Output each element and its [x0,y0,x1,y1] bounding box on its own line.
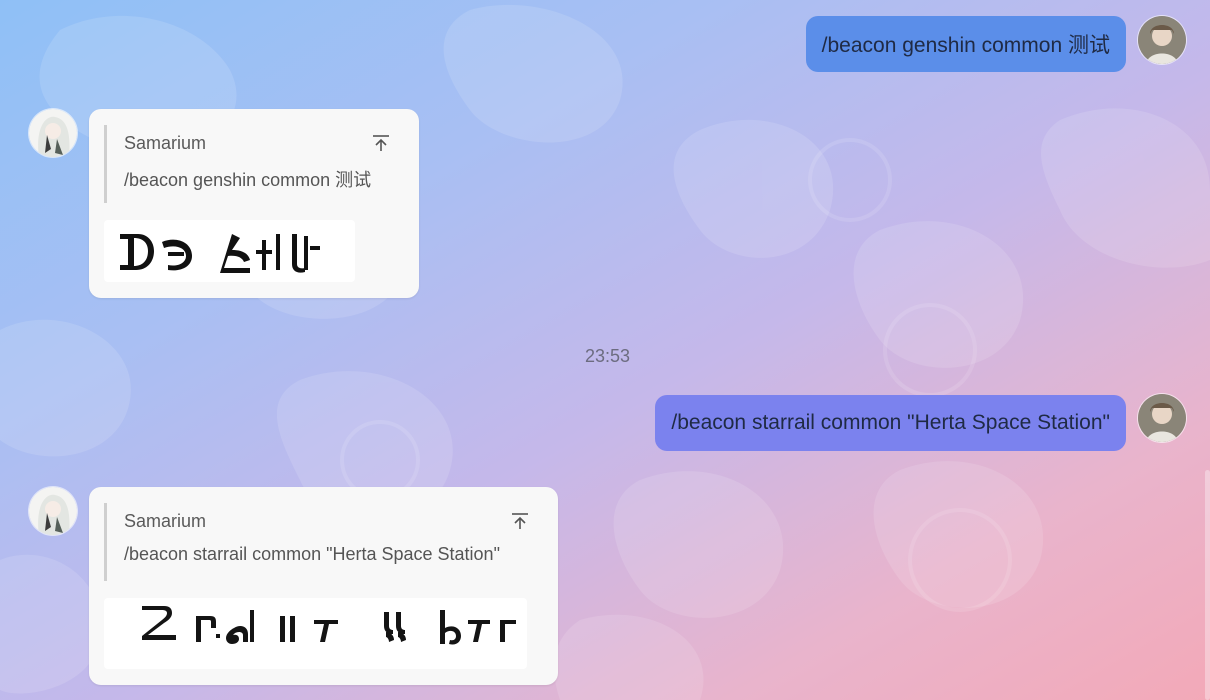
reply-quoted-text: /beacon genshin common 测试 [124,170,372,190]
genshin-script-glyphs [120,234,320,273]
reply-quote[interactable]: Samarium /beacon starrail common "Herta … [104,503,543,581]
message-text: /beacon genshin common 测试 [821,34,1110,57]
user-avatar[interactable] [1138,16,1186,64]
scrollbar[interactable] [1205,470,1210,700]
bot-message-card[interactable]: Samarium /beacon starrail common "Herta … [89,487,558,685]
time-separator: 23:53 [584,346,631,366]
message-text: /beacon starrail common "Herta Space Sta… [671,411,1110,434]
starrail-script-glyphs [142,606,516,645]
bot-avatar[interactable] [29,109,77,157]
reply-quoted-text: /beacon starrail common "Herta Space Sta… [124,544,500,564]
reply-author: Samarium [124,133,207,153]
script-image[interactable] [104,598,527,669]
reply-quote[interactable]: Samarium /beacon genshin common 测试 [104,125,404,203]
script-image[interactable] [104,220,355,282]
reply-author: Samarium [124,511,207,531]
bot-message-card[interactable]: Samarium /beacon genshin common 测试 [89,109,419,298]
arrow-up-to-top-icon[interactable] [510,511,530,531]
outgoing-message-bubble[interactable]: /beacon genshin common 测试 [805,16,1126,72]
arrow-up-to-top-icon[interactable] [371,133,391,153]
user-avatar[interactable] [1138,394,1186,442]
chat-area[interactable]: /beacon genshin common 测试 Samarium /beac… [0,0,1210,700]
bot-avatar[interactable] [29,487,77,535]
outgoing-message-bubble[interactable]: /beacon starrail common "Herta Space Sta… [655,395,1126,451]
